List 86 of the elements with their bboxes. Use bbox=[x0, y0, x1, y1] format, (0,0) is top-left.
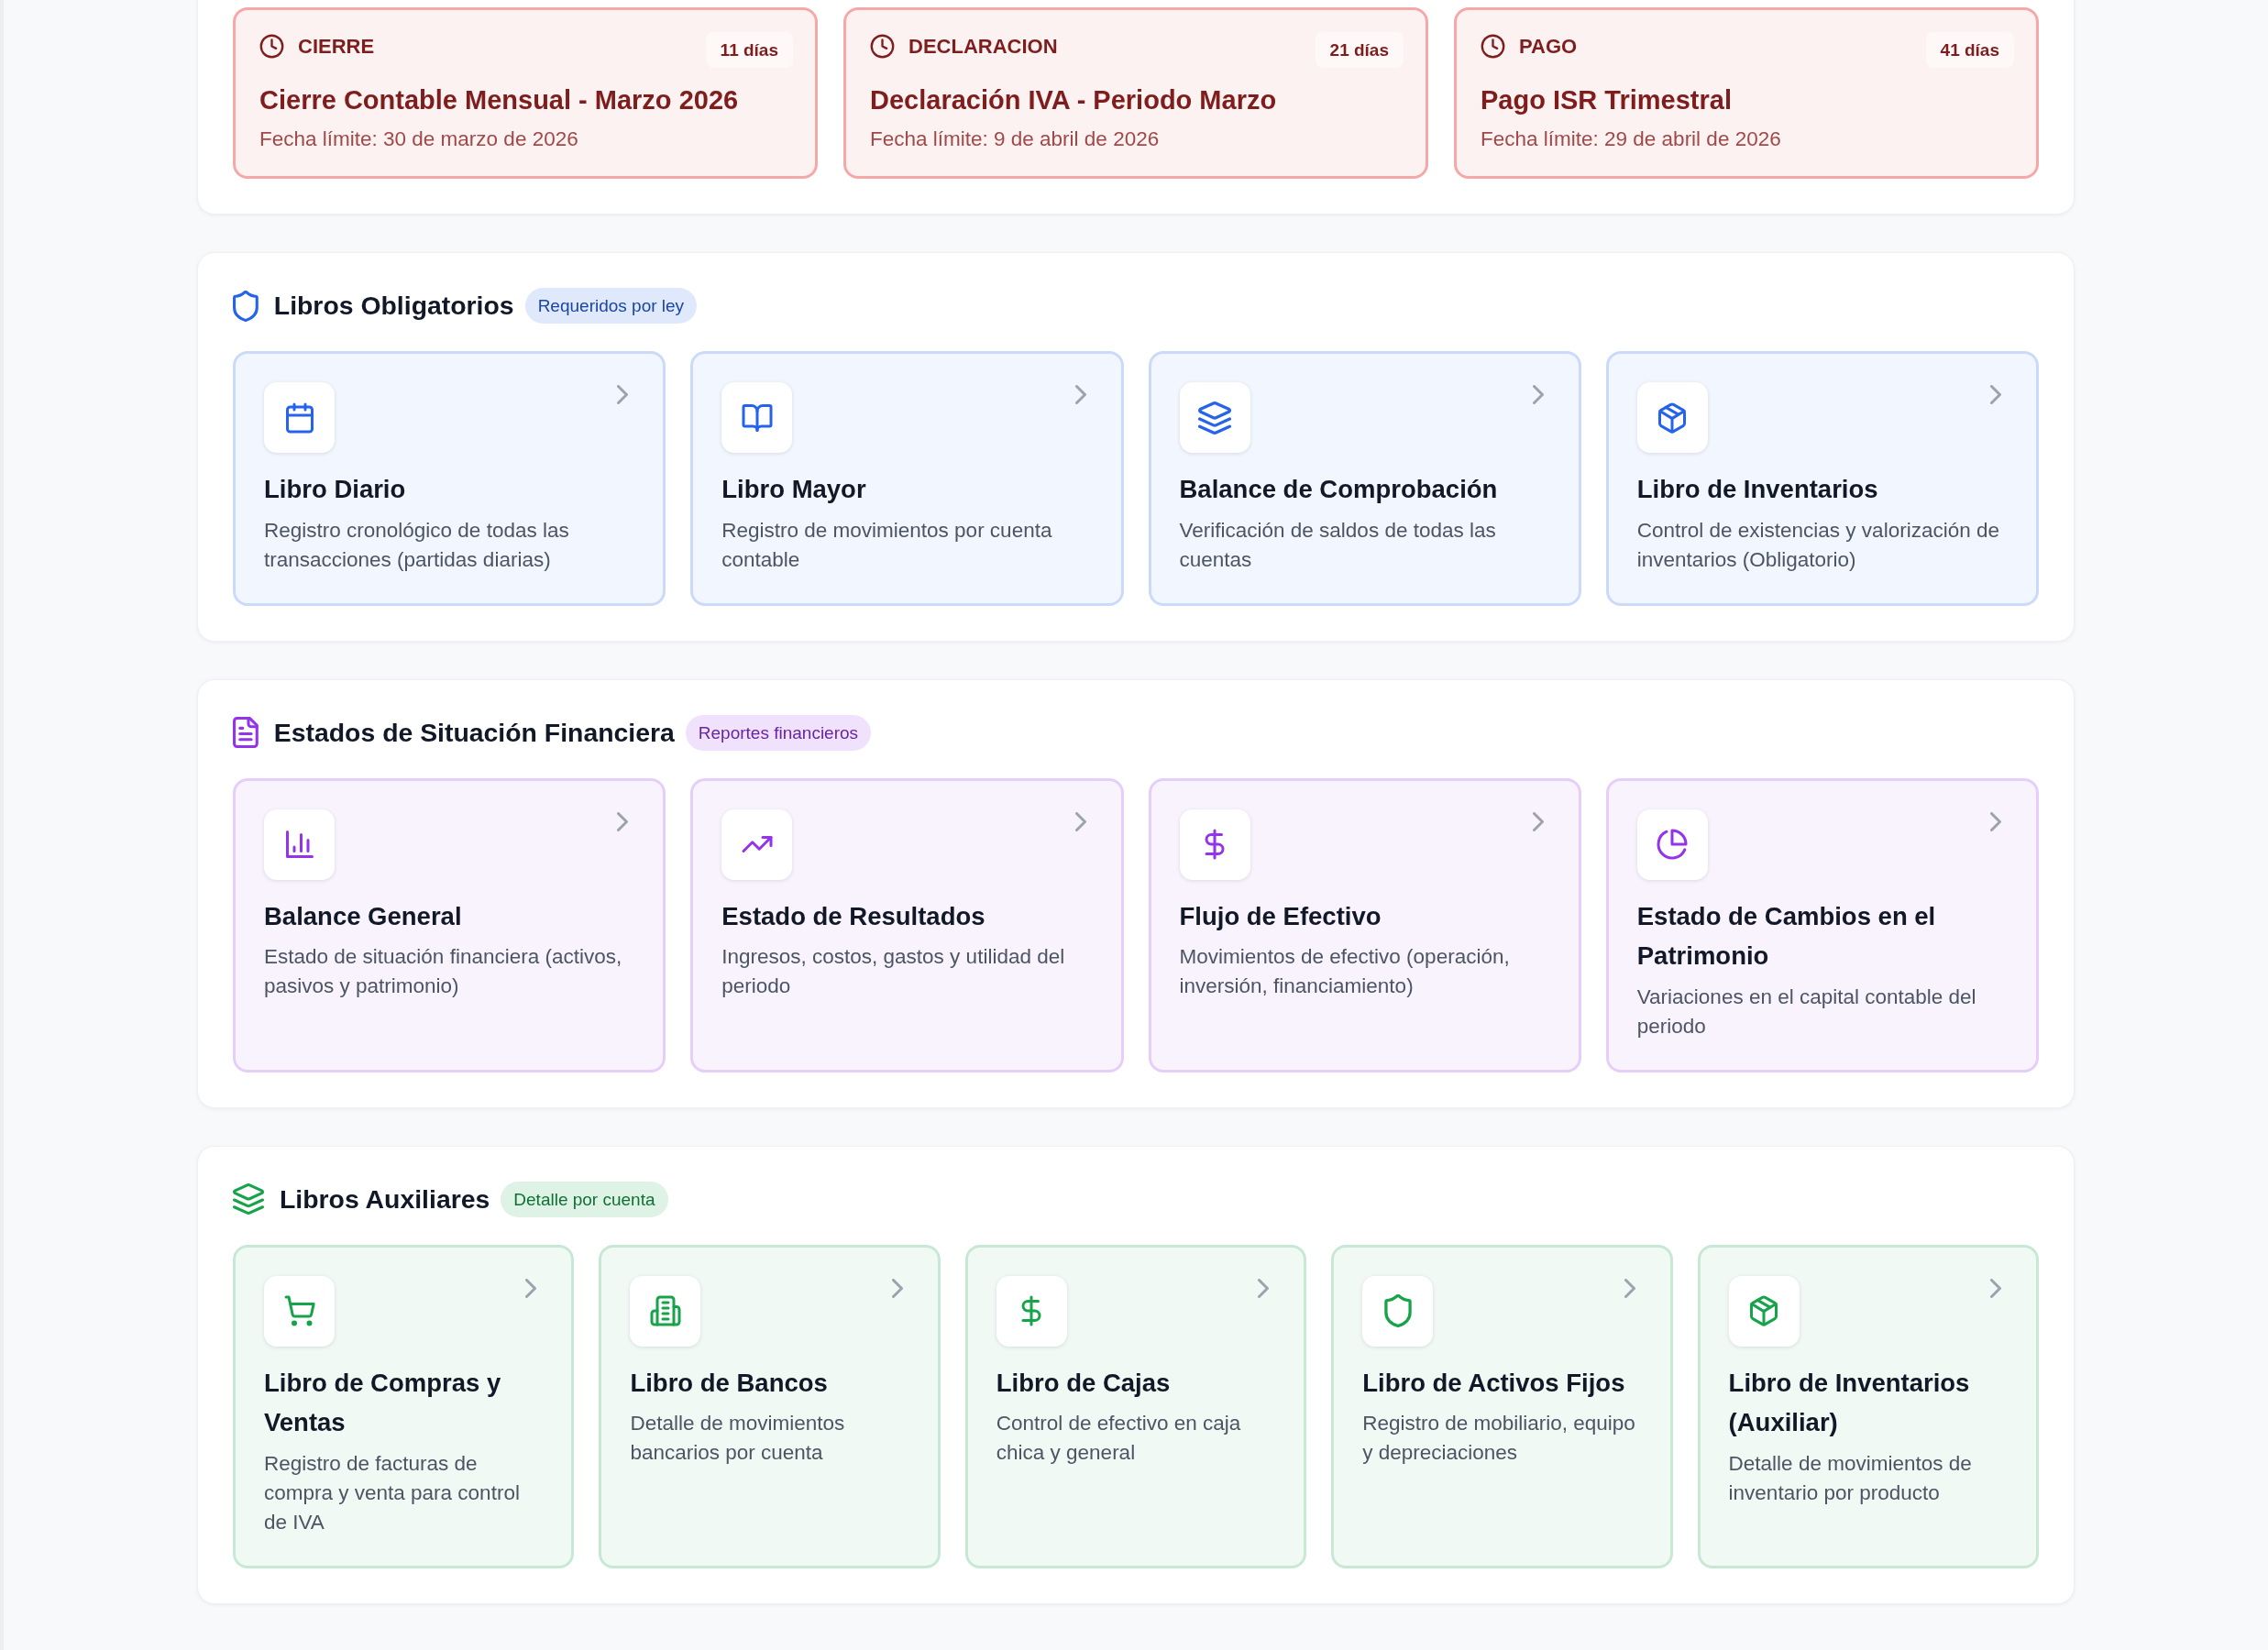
deadline-date: Fecha límite: 30 de marzo de 2026 bbox=[259, 126, 579, 152]
deadline-date: Fecha límite: 9 de abril de 2026 bbox=[870, 126, 1161, 152]
book-card[interactable]: Balance de Comprobación Verificación de saldos de todas las cuentas bbox=[1148, 351, 1581, 606]
chevron-right-icon bbox=[1990, 1278, 2001, 1298]
deadline-date: Fecha límite: 29 de abril de 2026 bbox=[1481, 126, 1782, 152]
card-title: Libro de Bancos bbox=[630, 1367, 829, 1399]
dollar-icon bbox=[996, 1275, 1067, 1347]
section-tag: Detalle por cuenta bbox=[501, 1181, 668, 1217]
card-description: Detalle de movimientos de inventario por producto bbox=[1728, 1450, 1973, 1506]
book-card[interactable]: Flujo de Efectivo Movimientos de efectivo (operación, inversión, financiamiento) bbox=[1148, 777, 1581, 1072]
box-icon bbox=[1636, 382, 1708, 453]
deadline-category: CIERRE bbox=[298, 34, 375, 59]
clock-icon bbox=[870, 34, 895, 59]
open-book-icon bbox=[721, 382, 793, 453]
chevron-right-icon bbox=[1532, 811, 1544, 831]
chevron-right-icon bbox=[525, 1278, 537, 1298]
card-description: Registro cronológico de todas las transacciones (partidas diarias) bbox=[264, 517, 570, 573]
card-description: Registro de mobiliario, equipo y depreciaciones bbox=[1362, 1411, 1636, 1466]
card-title: Libro de Compras y Ventas bbox=[264, 1367, 502, 1438]
card-description: Control de efectivo en caja chica y general bbox=[996, 1411, 1242, 1466]
dollar-icon bbox=[1179, 808, 1250, 880]
cart-icon bbox=[264, 1275, 335, 1347]
deadline-category: DECLARACION bbox=[908, 34, 1058, 59]
deadline-title: Pago ISR Trimestral bbox=[1481, 84, 1733, 116]
book-card[interactable]: Libro Diario Registro cronológico de todas las transacciones (partidas diarias) bbox=[233, 351, 666, 606]
book-card[interactable]: Libro de Compras y Ventas Registro de facturas de compra y venta para control de IVA bbox=[233, 1244, 575, 1568]
book-card[interactable]: Libro de Bancos Detalle de movimientos bancarios por cuenta bbox=[599, 1244, 941, 1568]
book-card[interactable]: Libro de Inventarios (Auxiliar) Detalle de movimientos de inventario por producto bbox=[1697, 1244, 2039, 1568]
days-left-badge: 21 días bbox=[1315, 32, 1404, 68]
section-title: Libros Auxiliares bbox=[280, 1183, 490, 1215]
calendar-icon bbox=[264, 382, 335, 453]
bar-chart-icon bbox=[264, 808, 335, 880]
deadline-title: Cierre Contable Mensual - Marzo 2026 bbox=[259, 84, 740, 116]
pie-chart-icon bbox=[1636, 808, 1708, 880]
card-title: Libro de Inventarios (Auxiliar) bbox=[1728, 1367, 1971, 1438]
card-title: Libro Diario bbox=[264, 474, 407, 505]
chevron-right-icon bbox=[617, 385, 629, 404]
chevron-right-icon bbox=[1990, 385, 2001, 404]
book-card[interactable]: Balance General Estado de situación financiera (activos, pasivos y patrimonio) bbox=[233, 777, 666, 1072]
chevron-right-icon bbox=[1532, 385, 1544, 404]
card-title: Balance General bbox=[264, 900, 463, 932]
card-title: Flujo de Efectivo bbox=[1179, 900, 1382, 932]
deadline-category: PAGO bbox=[1519, 34, 1578, 59]
chevron-right-icon bbox=[891, 1278, 903, 1298]
chevron-right-icon bbox=[1624, 1278, 1635, 1298]
section-tag: Reportes financieros bbox=[685, 714, 872, 751]
card-description: Movimientos de efectivo (operación, inversión, financiamiento) bbox=[1179, 944, 1511, 999]
card-title: Balance de Comprobación bbox=[1179, 474, 1499, 505]
card-title: Libro de Cajas bbox=[996, 1367, 1172, 1399]
card-description: Ingresos, costos, gastos y utilidad del periodo bbox=[721, 944, 1066, 999]
clock-icon bbox=[259, 34, 284, 59]
card-description: Estado de situación financiera (activos, pasivos y patrimonio) bbox=[264, 944, 623, 999]
card-title: Estado de Resultados bbox=[721, 900, 986, 932]
days-left-badge: 11 días bbox=[705, 32, 793, 68]
chevron-right-icon bbox=[1258, 1278, 1270, 1298]
book-card[interactable]: Libro Mayor Registro de movimientos por cuenta contable bbox=[690, 351, 1124, 606]
card-title: Libro Mayor bbox=[721, 474, 867, 505]
chevron-right-icon bbox=[1990, 811, 2001, 831]
card-description: Variaciones en el capital contable del periodo bbox=[1636, 984, 1977, 1040]
building-icon bbox=[630, 1275, 701, 1347]
card-title: Estado de Cambios en el Patrimonio bbox=[1636, 900, 1937, 972]
chevron-right-icon bbox=[1074, 385, 1086, 404]
chevron-right-icon bbox=[617, 811, 629, 831]
card-title: Libro de Activos Fijos bbox=[1362, 1367, 1626, 1399]
book-card[interactable]: Libro de Cajas Control de efectivo en caja chica y general bbox=[964, 1244, 1307, 1568]
card-description: Verificación de saldos de todas las cuentas bbox=[1179, 517, 1497, 573]
chevron-right-icon bbox=[1074, 811, 1086, 831]
days-left-badge: 41 días bbox=[1925, 32, 2014, 68]
box-icon bbox=[1728, 1275, 1800, 1347]
card-description: Registro de movimientos por cuenta contable bbox=[721, 517, 1053, 573]
book-card[interactable]: Libro de Activos Fijos Registro de mobiliario, equipo y depreciaciones bbox=[1331, 1244, 1673, 1568]
section-tag: Requeridos por ley bbox=[524, 288, 698, 324]
card-description: Detalle de movimientos bancarios por cuenta bbox=[630, 1411, 846, 1466]
section-title: Libros Obligatorios bbox=[273, 291, 514, 321]
shield-icon bbox=[1362, 1275, 1434, 1347]
trending-up-icon bbox=[721, 808, 793, 880]
card-title: Libro de Inventarios bbox=[1636, 474, 1879, 505]
card-description: Control de existencias y valorización de inventarios (Obligatorio) bbox=[1636, 517, 2000, 573]
layers-icon bbox=[1179, 382, 1250, 453]
deadline-title: Declaración IVA - Periodo Marzo bbox=[870, 84, 1278, 116]
section-title: Estados de Situación Financiera bbox=[273, 717, 675, 748]
clock-icon bbox=[1481, 34, 1505, 59]
card-description: Registro de facturas de compra y venta para control de IVA bbox=[264, 1450, 521, 1535]
book-card[interactable]: Libro de Inventarios Control de existencias y valorización de inventarios (Obligatorio) bbox=[1605, 351, 2039, 606]
book-card[interactable]: Estado de Cambios en el Patrimonio Variaciones en el capital contable del periodo bbox=[1605, 777, 2039, 1072]
book-card[interactable]: Estado de Resultados Ingresos, costos, gastos y utilidad del periodo bbox=[690, 777, 1124, 1072]
